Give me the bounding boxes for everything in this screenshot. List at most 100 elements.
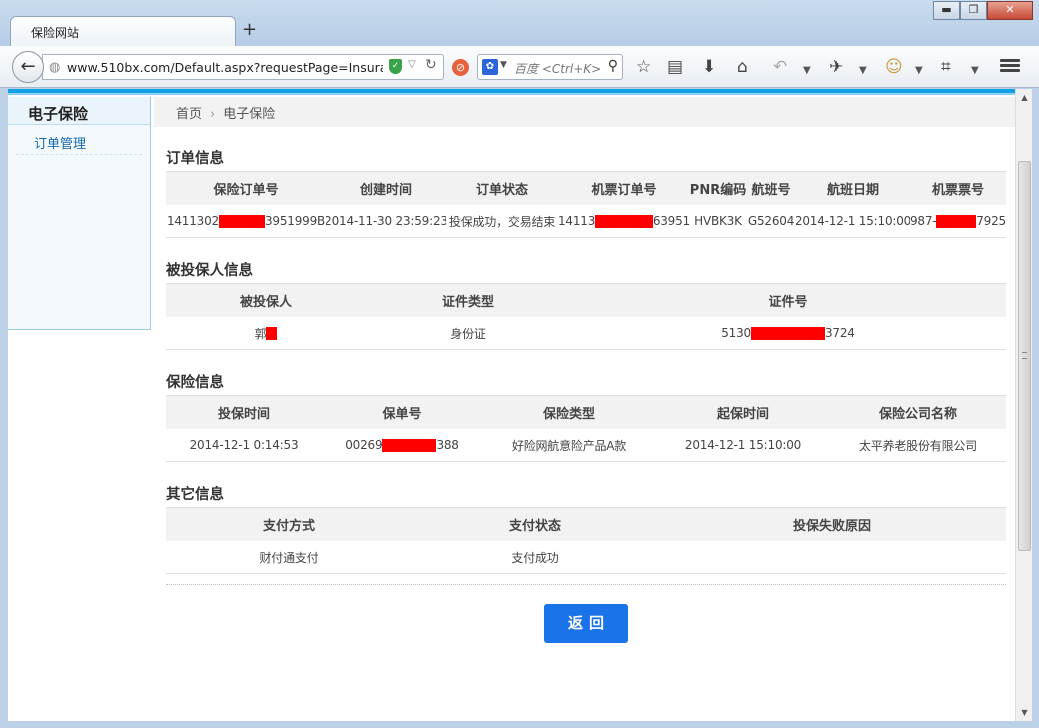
window-controls: ▬ ❐ ✕ xyxy=(933,1,1033,20)
undo-dropdown-icon[interactable]: ▼ xyxy=(803,61,811,81)
table-row: 财付通支付 支付成功 xyxy=(166,541,1006,574)
redaction-bar xyxy=(751,326,825,340)
other-info-title: 其它信息 xyxy=(166,487,224,503)
chevron-right-icon: › xyxy=(210,107,216,122)
fail-reason xyxy=(658,541,1006,573)
scroll-down-icon[interactable]: ▼ xyxy=(1016,704,1033,721)
redaction-bar xyxy=(595,214,653,228)
dropdown-icon[interactable]: ▽ xyxy=(408,59,416,70)
column-header: 投保失败原因 xyxy=(792,519,871,534)
back-arrow-icon: ← xyxy=(20,56,36,77)
column-header: 航班日期 xyxy=(826,183,879,198)
face-dropdown-icon[interactable]: ▼ xyxy=(915,61,923,81)
column-header: 订单状态 xyxy=(475,183,528,198)
crop-icon[interactable]: ⌗ xyxy=(941,57,951,77)
back-button[interactable]: ← xyxy=(12,51,44,83)
table-header: 支付方式 支付状态 投保失败原因 xyxy=(166,507,1006,541)
sidebar-item-order-management[interactable]: 订单管理 xyxy=(16,125,142,155)
insured-at: 2014-12-1 0:14:53 xyxy=(189,438,299,452)
flight-date: 2014-12-1 15:10:00 xyxy=(796,214,910,228)
vertical-scrollbar[interactable]: ▲ ▼ xyxy=(1015,89,1032,721)
redaction-bar xyxy=(936,214,977,228)
top-accent-stripe xyxy=(8,89,1015,95)
new-tab-button[interactable]: + xyxy=(242,20,257,40)
pay-status: 支付成功 xyxy=(511,550,559,565)
ticket-no: 987- 7925 xyxy=(910,214,1006,228)
table-header: 保险订单号 创建时间 订单状态 机票订单号 PNR编码 航班号 航班日期 机票票… xyxy=(166,171,1006,205)
url-bar[interactable]: ◍ www.510bx.com/Default.aspx?requestPage… xyxy=(42,54,444,80)
order-info-table: 保险订单号 创建时间 订单状态 机票订单号 PNR编码 航班号 航班日期 机票票… xyxy=(166,171,1006,238)
column-header: 保险订单号 xyxy=(213,183,279,198)
insurance-info-title: 保险信息 xyxy=(166,375,224,391)
divider xyxy=(166,584,1006,585)
crop-dropdown-icon[interactable]: ▼ xyxy=(971,61,979,81)
column-header: 投保时间 xyxy=(217,407,270,422)
redaction-bar xyxy=(218,214,265,228)
back-return-button[interactable]: 返回 xyxy=(544,604,628,643)
plugin-icon[interactable]: ✈ xyxy=(829,57,843,77)
page-viewport: 电子保险 订单管理 首页 › 电子保险 订单信息 保险订单号 创建时间 订单状态 机… xyxy=(8,89,1015,721)
policy-no: 00269 388 xyxy=(345,438,459,452)
adblock-icon[interactable]: ⊘ xyxy=(452,59,469,76)
insurance-company: 太平养老股份有限公司 xyxy=(858,438,977,453)
browser-tab[interactable]: 保险网站 xyxy=(10,16,236,46)
insured-name: 郭 xyxy=(166,317,366,349)
search-bar[interactable]: ✿ ▼ 百度 <Ctrl+K> ⚲ xyxy=(477,54,623,80)
column-header: 支付状态 xyxy=(508,519,561,534)
search-input[interactable]: 百度 <Ctrl+K> xyxy=(514,60,601,77)
breadcrumb-current: 电子保险 xyxy=(223,107,276,122)
breadcrumb: 首页 › 电子保险 xyxy=(154,97,1015,127)
face-icon[interactable]: ☺ xyxy=(885,57,903,77)
minimize-button[interactable]: ▬ xyxy=(933,1,960,20)
undo-icon[interactable]: ↶ xyxy=(773,57,787,77)
grip-icon xyxy=(1022,352,1027,359)
flight-no: G52604 xyxy=(747,214,795,228)
breadcrumb-home[interactable]: 首页 xyxy=(176,107,202,122)
ticket-order-no: 14113 63951 xyxy=(558,214,690,228)
baidu-icon[interactable]: ✿ xyxy=(482,59,498,75)
tab-title: 保险网站 xyxy=(31,26,80,40)
column-header: PNR编码 xyxy=(690,183,746,198)
home-icon[interactable]: ⌂ xyxy=(737,57,748,77)
browser-toolbar: ◍ www.510bx.com/Default.aspx?requestPage… xyxy=(0,46,1039,88)
column-header: 支付方式 xyxy=(262,519,315,534)
column-header: 保险公司名称 xyxy=(878,407,957,422)
order-info-title: 订单信息 xyxy=(166,151,224,167)
window-titlebar: 保险网站 + ▬ ❐ ✕ xyxy=(0,0,1039,46)
insurance-order-no: 1411302 3951999B xyxy=(166,214,326,228)
search-icon[interactable]: ⚲ xyxy=(608,58,618,74)
hamburger-menu-icon[interactable] xyxy=(1000,57,1020,77)
insurance-info-table: 投保时间 保单号 保险类型 起保时间 保险公司名称 2014-12-1 0:14… xyxy=(166,395,1006,462)
other-info-table: 支付方式 支付状态 投保失败原因 财付通支付 支付成功 xyxy=(166,507,1006,574)
sidebar: 电子保险 订单管理 xyxy=(8,97,151,330)
order-status: 投保成功，交易结束 xyxy=(448,214,556,229)
sidebar-title: 电子保险 xyxy=(8,97,150,125)
created-at: 2014-11-30 23:59:23 xyxy=(326,214,446,228)
insured-info-title: 被投保人信息 xyxy=(166,263,253,279)
plugin-dropdown-icon[interactable]: ▼ xyxy=(859,61,867,81)
redaction-bar xyxy=(382,438,437,452)
reading-list-icon[interactable]: ▤ xyxy=(667,57,683,77)
shield-icon[interactable]: ✓ xyxy=(389,59,402,74)
pnr-code: HVBK3K xyxy=(694,214,742,228)
column-header: 保单号 xyxy=(382,407,422,422)
column-header: 创建时间 xyxy=(359,183,412,198)
column-header: 证件号 xyxy=(768,295,808,310)
reload-icon[interactable]: ↻ xyxy=(425,57,437,73)
maximize-button[interactable]: ❐ xyxy=(960,1,987,20)
download-icon[interactable]: ⬇ xyxy=(702,57,716,77)
start-time: 2014-12-1 15:10:00 xyxy=(684,438,802,452)
star-icon[interactable]: ☆ xyxy=(636,57,651,77)
scroll-up-icon[interactable]: ▲ xyxy=(1016,89,1033,106)
scrollbar-thumb[interactable] xyxy=(1018,161,1031,551)
column-header: 起保时间 xyxy=(716,407,769,422)
pay-method: 财付通支付 xyxy=(259,550,319,565)
url-text[interactable]: www.510bx.com/Default.aspx?requestPage=I… xyxy=(67,60,383,75)
id-type: 身份证 xyxy=(450,326,486,341)
search-engine-dropdown-icon[interactable]: ▼ xyxy=(500,60,507,70)
close-button[interactable]: ✕ xyxy=(987,1,1033,20)
column-header: 证件类型 xyxy=(441,295,494,310)
insured-info-table: 被投保人 证件类型 证件号 郭 身份证 5130 3724 xyxy=(166,283,1006,350)
column-header: 保险类型 xyxy=(542,407,595,422)
redaction-bar xyxy=(266,326,278,340)
